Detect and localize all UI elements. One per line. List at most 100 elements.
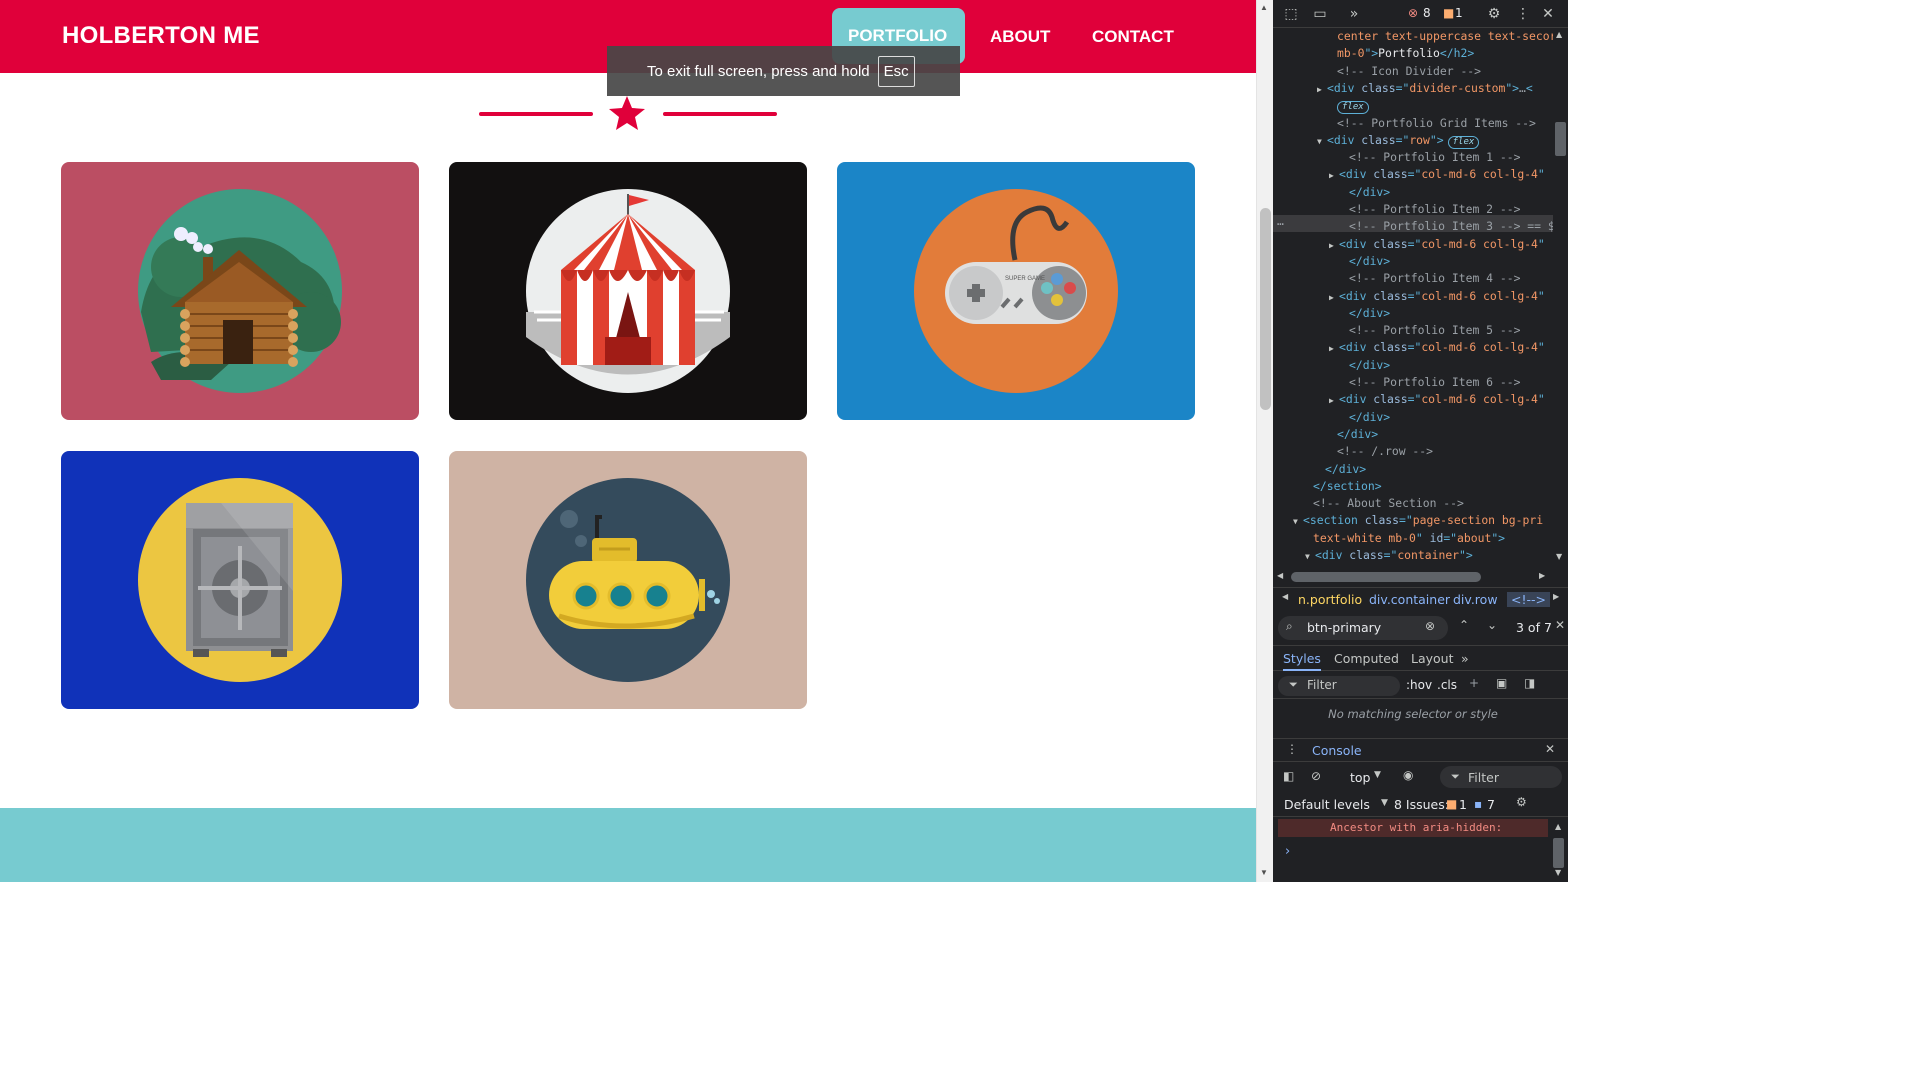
dom-node-line[interactable]: </div>: [1337, 426, 1378, 443]
crumb-container[interactable]: div.container: [1369, 592, 1450, 607]
hscroll-right-icon[interactable]: ▶: [1539, 571, 1545, 580]
dom-node-line[interactable]: <!-- Portfolio Item 1 -->: [1349, 149, 1520, 166]
elements-scroll-up-icon[interactable]: ▲: [1556, 30, 1562, 39]
clear-search-icon[interactable]: ⊗: [1425, 619, 1435, 633]
console-prompt-icon[interactable]: ›: [1285, 844, 1290, 859]
live-expression-eye-icon[interactable]: ◉: [1403, 768, 1413, 782]
page-scroll-thumb[interactable]: [1260, 208, 1271, 410]
tab-console[interactable]: Console: [1312, 743, 1362, 758]
dom-node-line[interactable]: <!-- Portfolio Item 3 --> == $: [1349, 218, 1553, 235]
dom-node-line[interactable]: <!-- About Section -->: [1313, 495, 1464, 512]
dom-node-line[interactable]: ▶ <div class="col-md-6 col-lg-4": [1329, 339, 1545, 356]
portfolio-item-cabin[interactable]: [61, 162, 419, 420]
dom-node-line[interactable]: <!-- Portfolio Item 2 -->: [1349, 201, 1520, 218]
page-scrollbar[interactable]: ▲ ▼: [1256, 0, 1273, 882]
close-search-icon[interactable]: ✕: [1555, 618, 1565, 632]
expand-triangle-icon[interactable]: ▶: [1329, 392, 1339, 409]
dom-node-line[interactable]: center text-uppercase text-secor: [1337, 28, 1553, 45]
elements-scrollbar[interactable]: ▲ ▼: [1553, 28, 1568, 566]
console-settings-icon[interactable]: ⚙: [1516, 795, 1527, 809]
inspect-element-icon[interactable]: ⬚: [1282, 5, 1300, 23]
dom-node-line[interactable]: <!-- Portfolio Item 6 -->: [1349, 374, 1520, 391]
elements-hscrollbar[interactable]: ◀ ▶: [1273, 570, 1553, 584]
crumb-comment[interactable]: <!-->: [1507, 592, 1550, 607]
dom-node-line[interactable]: ▶ <div class="col-md-6 col-lg-4": [1329, 391, 1545, 408]
settings-gear-icon[interactable]: ⚙: [1485, 5, 1503, 23]
tab-computed[interactable]: Computed: [1334, 651, 1399, 666]
warning-icon[interactable]: ■: [1443, 6, 1454, 20]
console-scroll-up-icon[interactable]: ▲: [1555, 822, 1561, 831]
dom-node-line[interactable]: ▼ <div class="row"> flex: [1317, 132, 1480, 150]
node-menu-dots-icon[interactable]: …: [1277, 214, 1284, 228]
expand-triangle-icon[interactable]: ▶: [1329, 167, 1339, 184]
close-devtools-icon[interactable]: ✕: [1539, 5, 1557, 23]
dom-node-line[interactable]: mb-0">Portfolio</h2>: [1337, 45, 1474, 62]
more-tabs-icon[interactable]: »: [1345, 5, 1363, 23]
expand-triangle-icon[interactable]: ▶: [1329, 340, 1339, 357]
collapse-triangle-icon[interactable]: ▼: [1305, 548, 1315, 565]
dom-node-line[interactable]: <!-- Portfolio Grid Items -->: [1337, 115, 1536, 132]
console-sidebar-icon[interactable]: ◧: [1283, 769, 1294, 783]
dom-node-line[interactable]: ▼ <section class="page-section bg-pri: [1293, 512, 1543, 529]
dom-node-line[interactable]: </div>: [1349, 253, 1390, 270]
kebab-menu-icon[interactable]: ⋮: [1514, 5, 1532, 23]
clear-console-icon[interactable]: ⊘: [1311, 769, 1321, 783]
dom-node-line[interactable]: <!-- Icon Divider -->: [1337, 63, 1481, 80]
device-toolbar-icon[interactable]: ▭: [1311, 5, 1329, 23]
paint-icon[interactable]: ▣: [1496, 676, 1507, 690]
tab-styles[interactable]: Styles: [1283, 651, 1321, 671]
close-drawer-icon[interactable]: ✕: [1545, 742, 1555, 756]
elements-scroll-down-icon[interactable]: ▼: [1556, 552, 1562, 561]
hov-toggle[interactable]: :hov: [1406, 678, 1432, 692]
portfolio-item-submarine[interactable]: [449, 451, 807, 709]
portfolio-item-circus[interactable]: [449, 162, 807, 420]
flex-badge[interactable]: flex: [1447, 135, 1480, 149]
flex-badge[interactable]: flex: [1337, 101, 1369, 115]
error-count[interactable]: 8: [1423, 6, 1431, 20]
tab-layout[interactable]: Layout: [1411, 651, 1454, 666]
warning-count[interactable]: 1: [1455, 6, 1463, 20]
expand-triangle-icon[interactable]: ▶: [1329, 289, 1339, 306]
sidebar-toggle-icon[interactable]: ◨: [1524, 676, 1535, 690]
drawer-menu-icon[interactable]: ⋮: [1286, 742, 1298, 756]
prev-match-icon[interactable]: ⌃: [1459, 618, 1469, 632]
dom-node-line[interactable]: </div>: [1349, 357, 1390, 374]
levels-dropdown-icon[interactable]: ▼: [1381, 798, 1388, 808]
collapse-triangle-icon[interactable]: ▼: [1317, 133, 1327, 150]
hscroll-thumb[interactable]: [1291, 572, 1481, 582]
expand-triangle-icon[interactable]: ▶: [1329, 237, 1339, 254]
portfolio-item-game[interactable]: SUPER GAME: [837, 162, 1195, 420]
dom-node-line[interactable]: </section>: [1313, 478, 1382, 495]
dom-node-line[interactable]: </div>: [1349, 305, 1390, 322]
portfolio-item-safe[interactable]: [61, 451, 419, 709]
nav-about[interactable]: ABOUT: [990, 27, 1050, 47]
dom-node-line[interactable]: </div>: [1349, 184, 1390, 201]
dom-node-line[interactable]: <!-- /.row -->: [1337, 443, 1433, 460]
console-scroll-thumb[interactable]: [1553, 838, 1564, 868]
dom-node-line[interactable]: ▶ <div class="col-md-6 col-lg-4": [1329, 236, 1545, 253]
dom-node-line[interactable]: <!-- Portfolio Item 5 -->: [1349, 322, 1520, 339]
context-selector[interactable]: top: [1350, 770, 1370, 785]
more-panels-icon[interactable]: »: [1461, 651, 1469, 666]
next-match-icon[interactable]: ⌄: [1487, 618, 1497, 632]
console-scroll-down-icon[interactable]: ▼: [1555, 868, 1561, 877]
dom-node-line[interactable]: ▶ <div class="divider-custom">…<: [1317, 80, 1533, 97]
dom-node-line[interactable]: ▶ <div class="col-md-6 col-lg-4": [1329, 166, 1545, 183]
crumb-right-icon[interactable]: ▶: [1553, 592, 1559, 601]
crumb-row[interactable]: div.row: [1453, 592, 1498, 607]
context-dropdown-icon[interactable]: ▼: [1374, 770, 1381, 780]
nav-contact[interactable]: CONTACT: [1092, 27, 1174, 47]
elements-scroll-thumb[interactable]: [1555, 122, 1566, 156]
log-levels-dropdown[interactable]: Default levels: [1284, 797, 1370, 812]
dom-node-line[interactable]: text-white mb-0" id="about">: [1313, 530, 1505, 547]
expand-triangle-icon[interactable]: ▶: [1317, 81, 1327, 98]
collapse-triangle-icon[interactable]: ▼: [1293, 513, 1303, 530]
crumb-section[interactable]: n.portfolio: [1298, 592, 1362, 607]
crumb-left-icon[interactable]: ◀: [1282, 592, 1288, 601]
brand-logo[interactable]: HOLBERTON ME: [62, 22, 260, 50]
dom-node-line[interactable]: ▼ <div class="container">: [1305, 547, 1473, 564]
dom-node-line[interactable]: <!-- Portfolio Item 4 -->: [1349, 270, 1520, 287]
scroll-down-arrow-icon[interactable]: ▼: [1260, 868, 1268, 877]
issues-label[interactable]: 8 Issues:: [1394, 797, 1449, 812]
cls-toggle[interactable]: .cls: [1437, 678, 1457, 692]
